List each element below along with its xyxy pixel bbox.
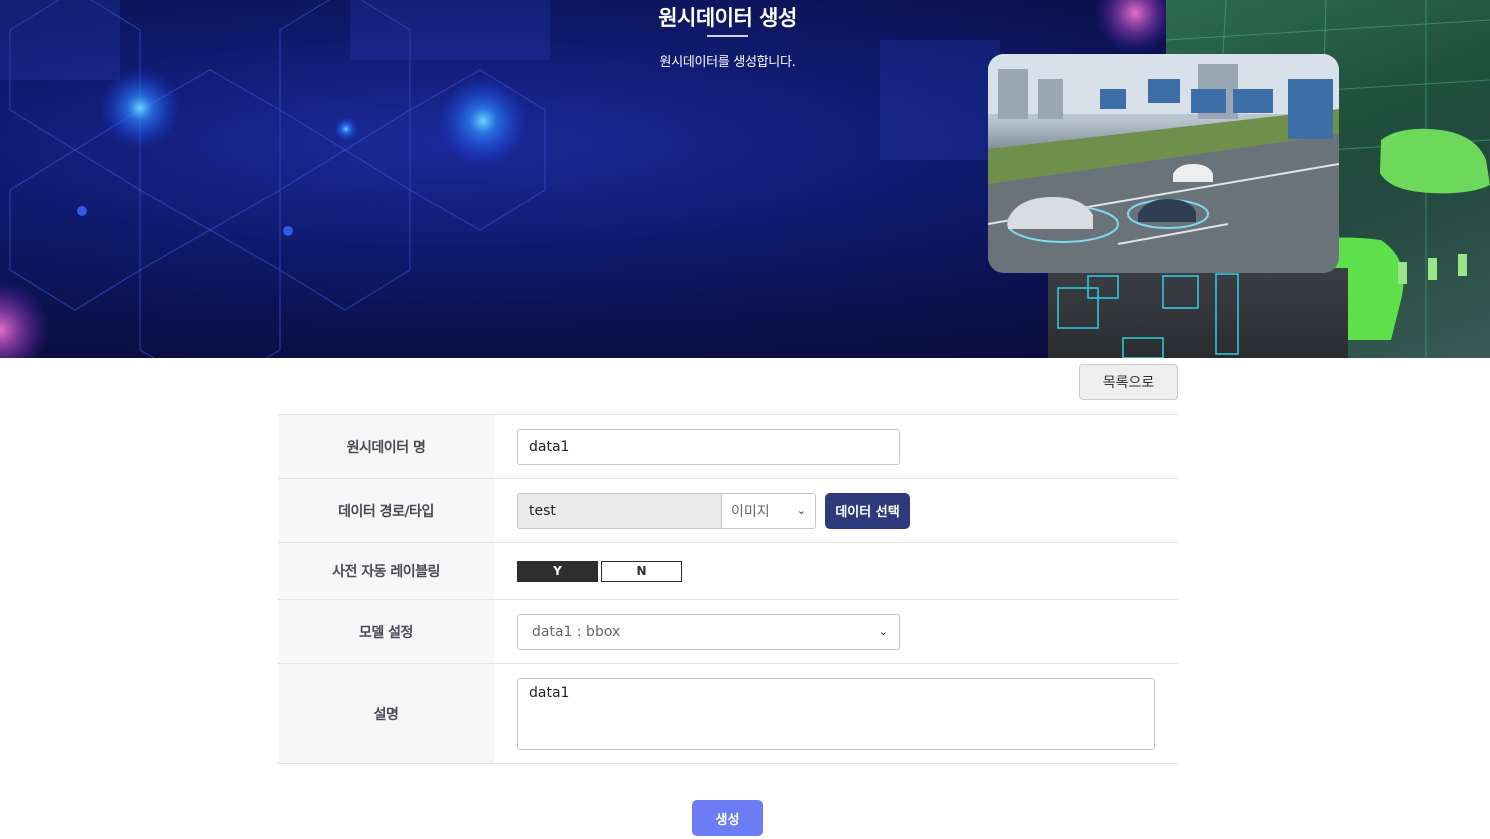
auto-labeling-label: 사전 자동 레이블링	[278, 543, 494, 599]
model-select-value: data1 : bbox	[532, 623, 621, 640]
form-row-auto-labeling: 사전 자동 레이블링 Y N	[278, 543, 1178, 600]
form-row-name: 원시데이터 명	[278, 415, 1178, 479]
data-type-select[interactable]: 이미지 ⌄	[722, 492, 816, 529]
back-to-list-button[interactable]: 목록으로	[1079, 364, 1178, 400]
model-select[interactable]: data1 : bbox ⌄	[517, 613, 900, 650]
title-underline	[707, 35, 748, 37]
raw-data-form: 원시데이터 명 데이터 경로/타입 이미지 ⌄ 데이터 선택 사전 자동 레이블…	[278, 414, 1178, 764]
smart-road-image	[988, 54, 1339, 273]
description-textarea[interactable]: data1	[517, 677, 1155, 750]
model-label: 모델 설정	[278, 600, 494, 663]
name-label: 원시데이터 명	[278, 415, 494, 478]
page-subtitle: 원시데이터를 생성합니다.	[659, 55, 796, 70]
chevron-down-icon: ⌄	[796, 504, 806, 517]
hero-banner: 원시데이터 생성 원시데이터를 생성합니다.	[0, 0, 1490, 358]
description-label: 설명	[278, 664, 494, 763]
form-row-description: 설명 data1	[278, 664, 1178, 764]
data-path-input[interactable]	[517, 492, 722, 529]
autonomous-driving-image-bottom	[1048, 268, 1348, 358]
auto-labeling-yes-option[interactable]: Y	[517, 560, 598, 582]
page-title: 원시데이터 생성	[658, 6, 797, 30]
path-label: 데이터 경로/타입	[278, 479, 494, 542]
data-type-value: 이미지	[731, 503, 770, 520]
select-data-button[interactable]: 데이터 선택	[825, 492, 910, 529]
form-row-path: 데이터 경로/타입 이미지 ⌄ 데이터 선택	[278, 479, 1178, 543]
auto-labeling-toggle: Y N	[517, 560, 682, 582]
auto-labeling-no-option[interactable]: N	[601, 560, 682, 582]
raw-data-name-input[interactable]	[517, 428, 900, 465]
form-row-model: 모델 설정 data1 : bbox ⌄	[278, 600, 1178, 664]
chevron-down-icon: ⌄	[878, 625, 888, 638]
create-button[interactable]: 생성	[692, 800, 763, 836]
